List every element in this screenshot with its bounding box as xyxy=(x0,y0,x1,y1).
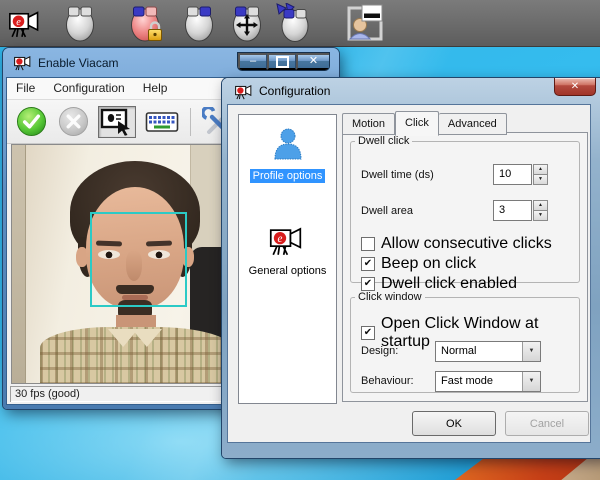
close-button[interactable]: ✕ xyxy=(296,53,329,70)
cancel-button[interactable]: Cancel xyxy=(505,411,589,436)
sidebar-item-general-options[interactable]: e General options xyxy=(239,224,336,279)
click-window-toggle-button[interactable] xyxy=(98,106,136,138)
no-click-mouse-button[interactable] xyxy=(62,3,98,46)
dialog-eviacam-icon xyxy=(235,83,254,100)
eviacam-camera-icon: e xyxy=(269,224,307,256)
click-window-icon xyxy=(100,108,134,136)
checkbox-box[interactable]: ✔ xyxy=(361,277,375,291)
person-icon xyxy=(270,127,306,161)
config-tabs: Motion Click Advanced xyxy=(342,111,507,135)
checkbox-label: Beep on click xyxy=(381,255,476,273)
drag-click-mouse-button[interactable] xyxy=(229,3,265,46)
gray-x-icon xyxy=(58,106,89,137)
configuration-dialog: Configuration ✕ Profile options xyxy=(222,78,600,458)
right-click-mouse-button[interactable] xyxy=(181,3,217,46)
design-label: Design: xyxy=(361,345,398,357)
keyboard-button[interactable] xyxy=(143,107,181,137)
minimize-button[interactable]: – xyxy=(238,53,267,70)
dwell-area-down-button[interactable]: ▼ xyxy=(533,210,548,221)
person-shirt xyxy=(40,327,234,384)
beep-on-click-checkbox[interactable]: ✔ Beep on click xyxy=(361,255,476,273)
checkbox-box[interactable]: ✔ xyxy=(361,257,375,271)
design-value: Normal xyxy=(436,342,522,361)
dwell-click-group: Dwell click Dwell time (ds) 10 ▲ ▼ Dwell… xyxy=(350,135,580,283)
menu-file[interactable]: File xyxy=(7,78,44,99)
screen: e xyxy=(0,0,600,480)
dwell-area-label: Dwell area xyxy=(361,205,413,217)
tab-advanced[interactable]: Advanced xyxy=(439,113,507,135)
click-tab-page: Dwell click Dwell time (ds) 10 ▲ ▼ Dwell… xyxy=(342,132,588,402)
checkbox-box[interactable]: ✔ xyxy=(361,326,375,340)
dialog-client: Profile options e General options Motion… xyxy=(227,104,591,443)
face-tracking-box xyxy=(90,212,187,307)
dialog-close-icon: ✕ xyxy=(571,81,579,92)
allow-consecutive-clicks-checkbox[interactable]: Allow consecutive clicks xyxy=(361,235,552,253)
checkbox-box[interactable] xyxy=(361,237,375,251)
checkbox-label: Allow consecutive clicks xyxy=(381,235,552,253)
double-click-mouse-button[interactable] xyxy=(274,3,312,46)
svg-text:e: e xyxy=(16,17,21,28)
eviacam-window-icon xyxy=(14,54,33,71)
caption-buttons: – ✕ xyxy=(237,52,330,71)
svg-text:e: e xyxy=(277,233,282,245)
dwell-time-spinner: 10 ▲ ▼ xyxy=(493,164,548,185)
dwell-time-label: Dwell time (ds) xyxy=(361,169,434,181)
behaviour-label: Behaviour: xyxy=(361,375,414,387)
show-main-window-button[interactable] xyxy=(345,3,385,46)
ok-button[interactable]: OK xyxy=(412,411,496,436)
left-click-locked-mouse-button[interactable] xyxy=(128,3,166,46)
menu-configuration[interactable]: Configuration xyxy=(44,78,133,99)
dwell-area-value[interactable]: 3 xyxy=(493,200,532,221)
menu-help[interactable]: Help xyxy=(134,78,177,99)
tab-click[interactable]: Click xyxy=(395,111,439,136)
toolbar-separator xyxy=(190,108,191,136)
general-options-label: General options xyxy=(246,264,330,278)
click-window-bar: e xyxy=(0,0,600,47)
maximize-button[interactable] xyxy=(267,53,296,70)
design-combobox[interactable]: Normal ▼ xyxy=(435,341,541,362)
design-dropdown-arrow-icon[interactable]: ▼ xyxy=(522,342,540,361)
behaviour-combobox[interactable]: Fast mode ▼ xyxy=(435,371,541,392)
click-window-group: Click window ✔ Open Click Window at star… xyxy=(350,291,580,393)
disable-tracking-button[interactable] xyxy=(56,104,91,139)
main-window-title: Enable Viacam xyxy=(38,56,119,70)
maximize-icon xyxy=(276,56,289,68)
keyboard-icon xyxy=(145,109,179,135)
dialog-titlebar[interactable]: Configuration xyxy=(227,78,600,104)
tab-motion[interactable]: Motion xyxy=(342,113,395,135)
behaviour-dropdown-arrow-icon[interactable]: ▼ xyxy=(522,372,540,391)
minimize-icon: – xyxy=(250,56,256,67)
green-check-icon xyxy=(16,106,47,137)
sidebar-item-profile-options[interactable]: Profile options xyxy=(239,127,336,184)
enable-tracking-button[interactable] xyxy=(14,104,49,139)
behaviour-value: Fast mode xyxy=(436,372,522,391)
dwell-area-spinner: 3 ▲ ▼ xyxy=(493,200,548,221)
profile-options-label: Profile options xyxy=(250,169,326,183)
dialog-title: Configuration xyxy=(259,84,330,98)
dwell-time-down-button[interactable]: ▼ xyxy=(533,174,548,185)
wall-edge xyxy=(12,145,26,383)
dialog-close-button[interactable]: ✕ xyxy=(554,78,596,96)
click-window-legend: Click window xyxy=(355,291,425,303)
dwell-time-value[interactable]: 10 xyxy=(493,164,532,185)
close-icon: ✕ xyxy=(309,56,318,67)
dwell-click-legend: Dwell click xyxy=(355,135,412,147)
options-listbox: Profile options e General options xyxy=(238,114,337,404)
eviacam-logo-icon: e xyxy=(8,8,44,43)
